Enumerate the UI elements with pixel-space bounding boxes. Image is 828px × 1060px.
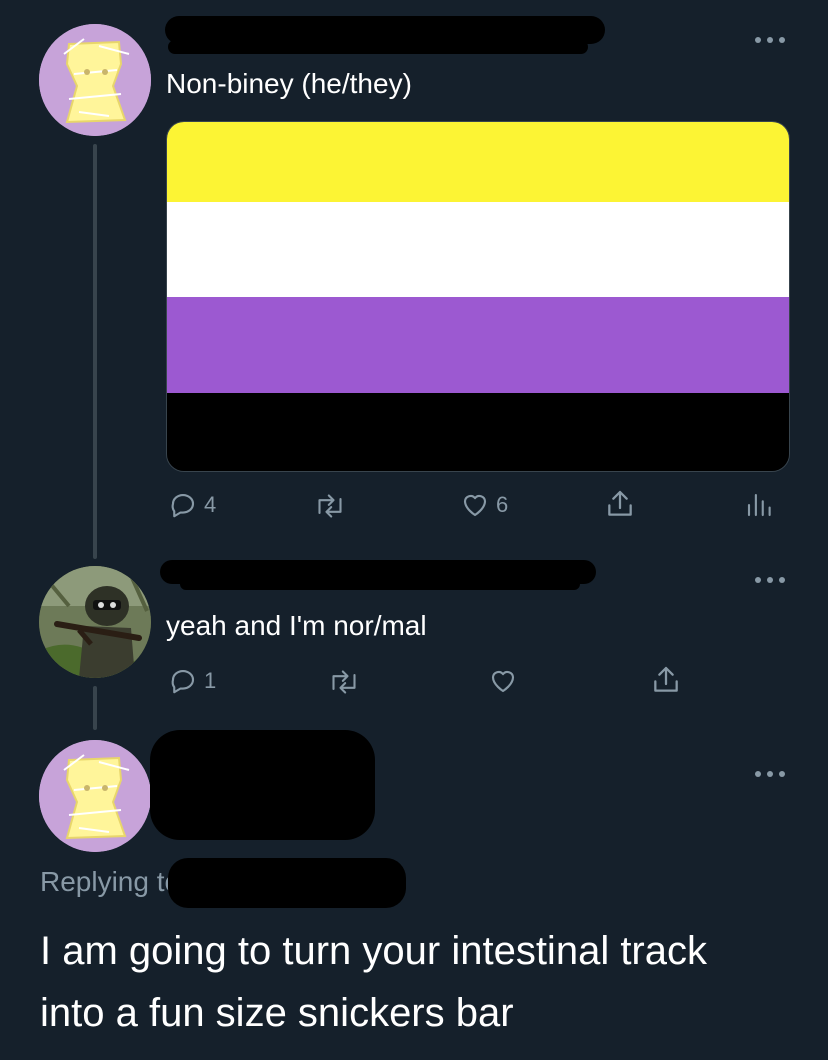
bio-text: Non-biney (he/they): [166, 68, 412, 99]
share-icon: [654, 666, 678, 692]
like-count: 6: [496, 492, 509, 517]
share-button[interactable]: [650, 664, 682, 696]
flag-stripe-white: [167, 202, 789, 297]
avatar-drawing-icon: [39, 740, 151, 852]
thread-line: [93, 144, 97, 559]
retweet-icon: [332, 670, 356, 694]
analytics-icon: [747, 493, 771, 517]
retweet-icon: [318, 494, 342, 518]
reply-icon: [171, 669, 195, 694]
thread-line: [93, 686, 97, 730]
redacted-handle: [180, 578, 580, 590]
nonbinary-flag-image[interactable]: [166, 121, 790, 472]
share-button[interactable]: [604, 488, 636, 520]
heart-icon: [463, 495, 487, 517]
tweet-text-line-1: I am going to turn your intestinal track: [40, 929, 707, 973]
replying-to: Replying to: [40, 866, 180, 898]
more-options-icon[interactable]: [755, 768, 785, 780]
analytics-button[interactable]: [744, 490, 774, 520]
reply-button[interactable]: 4: [168, 490, 216, 520]
more-options-icon[interactable]: [755, 34, 785, 46]
heart-icon: [491, 671, 515, 693]
redacted-handle: [168, 40, 588, 54]
tweet-text: yeah and I'm nor/mal: [166, 610, 427, 641]
like-button[interactable]: [488, 666, 518, 696]
like-button[interactable]: 6: [460, 490, 508, 520]
flag-stripe-purple: [167, 297, 789, 393]
more-options-icon[interactable]: [755, 574, 785, 586]
tweet-text-line-2: into a fun size snickers bar: [40, 991, 514, 1035]
avatar[interactable]: [39, 740, 151, 852]
reply-icon: [171, 493, 195, 518]
reply-count: 4: [204, 492, 217, 517]
replying-to-label: Replying to: [40, 866, 181, 897]
reply-count: 1: [204, 668, 217, 693]
avatar[interactable]: [39, 566, 151, 678]
avatar-soldier-icon: [39, 566, 151, 678]
avatar-drawing-icon: [39, 24, 151, 136]
redacted-mention[interactable]: [168, 858, 406, 908]
avatar[interactable]: [39, 24, 151, 136]
retweet-button[interactable]: [312, 492, 348, 520]
share-icon: [608, 490, 632, 516]
flag-stripe-yellow: [167, 122, 789, 202]
retweet-button[interactable]: [326, 668, 362, 696]
tweet-text: I am going to turn your intestinal track…: [40, 920, 707, 1044]
reply-button[interactable]: 1: [168, 666, 216, 696]
flag-stripe-black: [167, 393, 789, 471]
redacted-handle: [165, 810, 365, 830]
